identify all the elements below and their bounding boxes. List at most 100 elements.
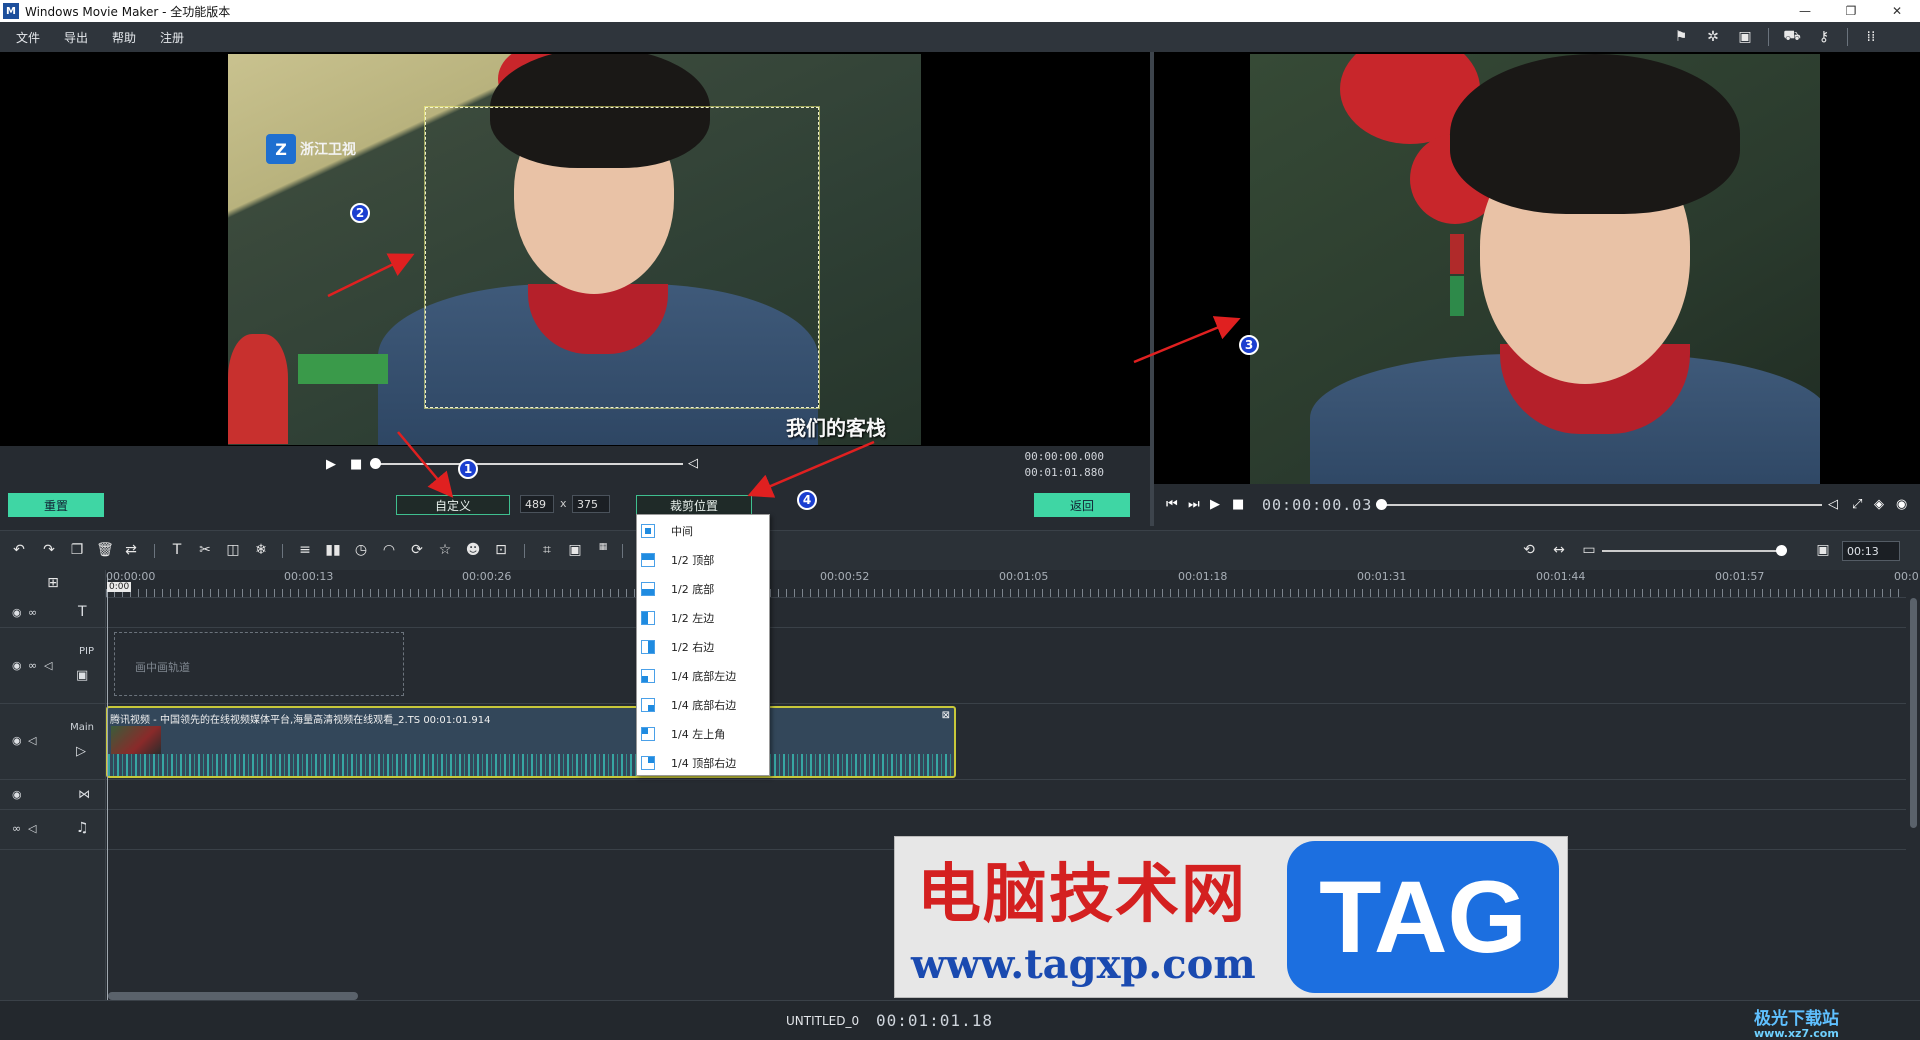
minimize-button[interactable]: —: [1782, 0, 1828, 22]
link-icon[interactable]: ∞: [12, 822, 21, 835]
play-icon[interactable]: ▶: [1210, 497, 1220, 512]
reset-button[interactable]: 重置: [8, 493, 104, 517]
key-icon[interactable]: ⚷: [1815, 28, 1833, 46]
audio-icon[interactable]: ◁: [28, 734, 36, 747]
pip-icon[interactable]: ▣: [566, 542, 584, 558]
add-track-icon[interactable]: ⊞: [44, 575, 62, 591]
source-scrub-handle[interactable]: [370, 458, 381, 469]
cart-icon[interactable]: ⛟: [1783, 28, 1801, 46]
text-icon[interactable]: T: [168, 542, 186, 558]
speed-icon[interactable]: ◠: [380, 542, 398, 558]
replace-icon[interactable]: ⇄: [122, 542, 140, 558]
adjust-icon[interactable]: ≡: [296, 542, 314, 558]
dropdown-option-half-left[interactable]: 1/2 左边: [637, 603, 769, 632]
visibility-icon[interactable]: ◉: [12, 734, 22, 747]
play-icon[interactable]: ▶: [326, 457, 336, 472]
dropdown-option-quarter-top-left[interactable]: 1/4 左上角: [637, 719, 769, 748]
stop-icon[interactable]: ■: [1232, 497, 1244, 512]
menu-file[interactable]: 文件: [16, 29, 40, 46]
clip-settings-icon[interactable]: ⊠: [942, 710, 950, 721]
dropdown-option-half-top[interactable]: 1/2 顶部: [637, 545, 769, 574]
layout-icon[interactable]: ⁞⁞: [1862, 28, 1880, 46]
timeline-playhead[interactable]: [107, 574, 108, 1000]
magic-icon[interactable]: ✲: [1704, 28, 1722, 46]
timeline-vertical-scrollbar[interactable]: [1910, 598, 1917, 828]
audio-icon[interactable]: ◁: [44, 659, 52, 672]
zoom-in-icon[interactable]: ▣: [1814, 542, 1832, 558]
project-duration: 00:01:01.18: [876, 1011, 993, 1030]
audio-mix-icon[interactable]: ▮▮: [324, 542, 342, 558]
visibility-icon[interactable]: ◉: [12, 788, 22, 801]
restore-button[interactable]: ❐: [1828, 0, 1874, 22]
copy-icon[interactable]: ❐: [68, 542, 86, 558]
result-scrub-handle[interactable]: [1376, 499, 1387, 510]
dropdown-option-center[interactable]: 中间: [637, 516, 769, 545]
link-icon[interactable]: ∞: [28, 606, 37, 619]
music-track-icon: ♫: [76, 820, 89, 836]
redo-icon[interactable]: ↷: [40, 542, 58, 558]
ruler-label: 00:01:31: [1357, 570, 1407, 583]
channel-logo-text: 浙江卫视: [300, 142, 356, 158]
crop-height-input[interactable]: 375: [572, 495, 610, 513]
visibility-icon[interactable]: ◉: [12, 659, 22, 672]
dropdown-option-quarter-top-right[interactable]: 1/4 顶部右边: [637, 748, 769, 777]
menu-register[interactable]: 注册: [160, 29, 184, 46]
crop-position-button[interactable]: 裁剪位置: [636, 495, 752, 515]
crop-selection-box[interactable]: [424, 106, 820, 409]
step-frame-icon[interactable]: ⏭: [1188, 497, 1200, 512]
mosaic-icon[interactable]: ▦: [594, 542, 612, 552]
custom-crop-button[interactable]: 自定义: [396, 495, 510, 515]
visibility-icon[interactable]: ◉: [12, 606, 22, 619]
sync-icon[interactable]: ⟲: [1520, 542, 1538, 558]
audio-icon[interactable]: ◁: [28, 822, 36, 835]
portrait-icon[interactable]: ☻: [464, 542, 482, 558]
freeze-icon[interactable]: ❄: [252, 542, 270, 558]
split-icon[interactable]: ◫: [224, 542, 242, 558]
dropdown-option-half-bottom[interactable]: 1/2 底部: [637, 574, 769, 603]
menu-export[interactable]: 导出: [64, 29, 88, 46]
result-scrub-track[interactable]: [1380, 504, 1822, 506]
rotate-icon[interactable]: ⟳: [408, 542, 426, 558]
zoom-out-icon[interactable]: ▭: [1580, 542, 1598, 558]
timeline-horizontal-scrollbar[interactable]: [108, 992, 358, 1000]
color-fill-icon[interactable]: ◈: [1874, 497, 1884, 512]
text-track[interactable]: ◉ ∞ T: [0, 598, 1906, 628]
timeline-zoom-handle[interactable]: [1776, 545, 1787, 556]
source-scrub-track[interactable]: [374, 463, 683, 465]
menu-help[interactable]: 帮助: [112, 29, 136, 46]
stop-icon[interactable]: ■: [350, 457, 362, 472]
skip-back-icon[interactable]: ⏮: [1166, 497, 1178, 512]
timeline-zoom-track[interactable]: [1602, 550, 1782, 552]
fullscreen-icon[interactable]: ⤢: [1852, 497, 1862, 512]
option-label: 1/4 顶部右边: [671, 756, 737, 770]
dropdown-option-quarter-bottom-right[interactable]: 1/4 底部右边: [637, 690, 769, 719]
flag-icon[interactable]: ⚑: [1672, 28, 1690, 46]
dropdown-option-quarter-bottom-left[interactable]: 1/4 底部左边: [637, 661, 769, 690]
transition-track[interactable]: ◉ ⋈: [0, 780, 1906, 810]
link-icon[interactable]: ∞: [28, 659, 37, 672]
title-bar: M Windows Movie Maker - 全功能版本 — ❐ ✕: [0, 0, 1920, 22]
effects-icon[interactable]: ☆: [436, 542, 454, 558]
timeline-ruler[interactable]: 00:0 0:00 00:00:13 00:00:26 00:00:52 00:0…: [106, 570, 1919, 598]
dropdown-option-half-right[interactable]: 1/2 右边: [637, 632, 769, 661]
duration-icon[interactable]: ◷: [352, 542, 370, 558]
volume-icon[interactable]: ◁: [688, 456, 698, 471]
main-video-clip[interactable]: 腾讯视频 - 中国领先的在线视频媒体平台,海量高清视频在线观看_2.TS 00:…: [106, 706, 956, 778]
crop-width-input[interactable]: 489: [520, 495, 554, 513]
ruler-label: 00:01:05: [999, 570, 1049, 583]
back-button[interactable]: 返回: [1034, 493, 1130, 517]
crop-quarter-bottom-left-icon: [641, 668, 655, 683]
undo-icon[interactable]: ↶: [10, 542, 28, 558]
record-icon[interactable]: ⊡: [492, 542, 510, 558]
source-transport: ▶ ■ ◁ 00:00:00.000 00:01:01.880: [0, 446, 1150, 484]
crop-icon[interactable]: ⌗: [538, 542, 556, 558]
delete-icon[interactable]: 🗑: [96, 542, 114, 558]
cut-icon[interactable]: ✂: [196, 542, 214, 558]
fit-width-icon[interactable]: ↔: [1550, 542, 1568, 558]
save-icon[interactable]: ▣: [1736, 28, 1754, 46]
close-button[interactable]: ✕: [1874, 0, 1920, 22]
wall-stripe: [1450, 234, 1464, 274]
timeline-zoom-input[interactable]: 00:13: [1842, 541, 1900, 561]
volume-icon[interactable]: ◁: [1828, 497, 1838, 512]
snapshot-icon[interactable]: ◉: [1896, 497, 1907, 512]
